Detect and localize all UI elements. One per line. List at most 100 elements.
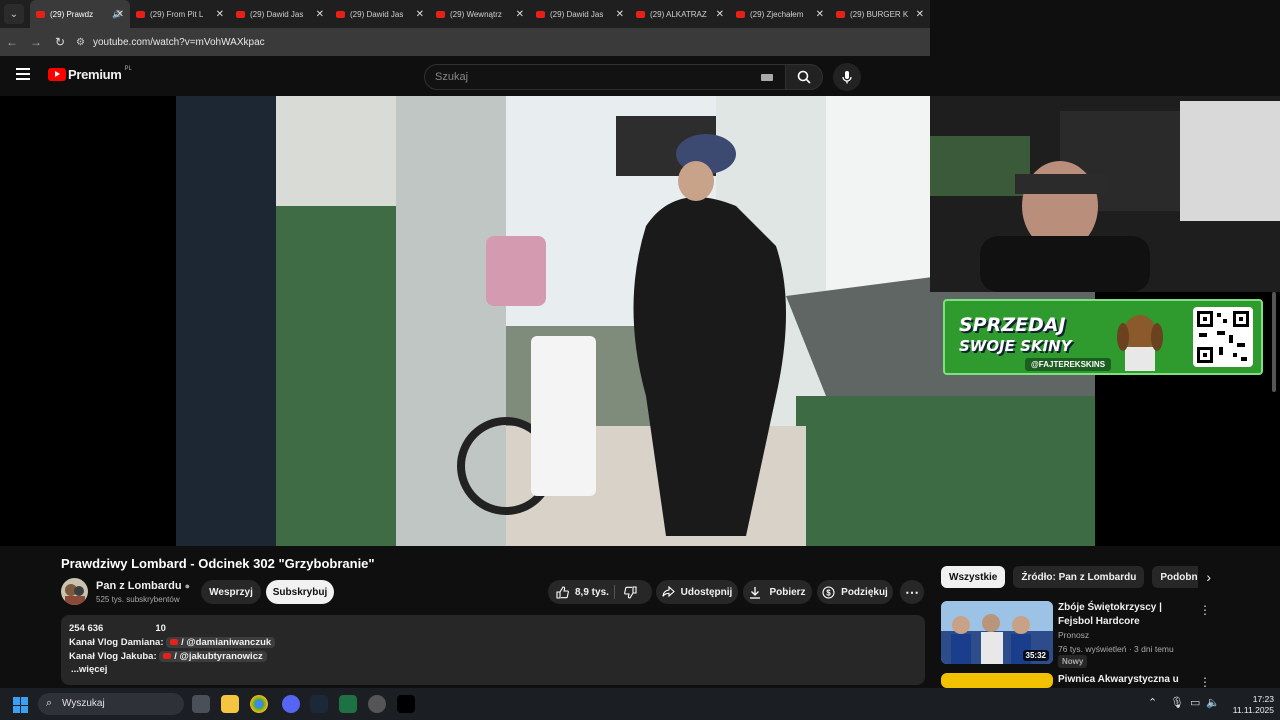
url-field[interactable]: ⚙ youtube.com/watch?v=mVohWAXkpac <box>76 37 265 48</box>
close-tab-icon[interactable]: ✕ <box>216 9 224 20</box>
clock-time: 17:23 <box>1252 694 1274 704</box>
channel-row: Pan z Lombardu ● 525 tys. subskrybentów <box>61 578 190 605</box>
tab-search-icon[interactable]: ⌄ <box>4 4 24 24</box>
browser-tab[interactable]: (29) Prawdz 🔊 ✕ <box>30 0 130 28</box>
browser-tab[interactable]: (29) Wewnątrz ✕ <box>430 0 530 28</box>
menu-icon[interactable] <box>16 68 30 80</box>
search-icon: ⌕ <box>46 697 53 709</box>
search-button[interactable] <box>785 64 823 90</box>
filter-chips: Wszystkie Źródło: Pan z Lombardu Podobne… <box>941 566 1211 588</box>
windows-start-icon[interactable] <box>13 697 29 713</box>
youtube-favicon-icon <box>836 10 845 18</box>
browser-tab[interactable]: (29) Dawid Jas ✕ <box>230 0 330 28</box>
share-icon <box>662 586 675 598</box>
download-button[interactable]: Pobierz <box>743 580 812 604</box>
back-icon[interactable]: ← <box>0 35 24 49</box>
tab-label: (29) Zjechałem <box>750 9 804 19</box>
steam-icon[interactable] <box>310 695 328 713</box>
channel-link-jakub[interactable]: / @jakubtyranowicz <box>159 651 267 662</box>
like-button[interactable]: 8,9 tys. <box>556 585 609 599</box>
promo-headline: SPRZEDAJ SWOJE SKINY <box>959 315 1072 356</box>
taskbar-clock[interactable]: 17:23 11.11.2025 <box>1226 694 1274 716</box>
voice-search-button[interactable] <box>833 63 861 91</box>
thanks-button[interactable]: $ Podziękuj <box>817 580 893 604</box>
recommendation-thumbnail[interactable] <box>941 673 1053 688</box>
keyboard-icon[interactable] <box>761 74 773 81</box>
recommendation-menu-icon[interactable]: ⋮ <box>1199 675 1211 688</box>
close-tab-icon[interactable]: ✕ <box>516 9 524 20</box>
close-tab-icon[interactable]: ✕ <box>916 9 924 20</box>
recommendation-thumbnail[interactable]: 35:32 <box>941 601 1053 664</box>
promo-banner[interactable]: SPRZEDAJ SWOJE SKINY @FAJTEREKSKINS <box>943 299 1263 375</box>
channel-avatar[interactable] <box>61 578 88 605</box>
recommendation-menu-icon[interactable]: ⋮ <box>1199 603 1211 617</box>
close-tab-icon[interactable]: ✕ <box>816 9 824 20</box>
microphone-tray-icon[interactable]: 🎙 <box>1170 696 1184 709</box>
taskbar-search-input[interactable]: ⌕ Wyszukaj <box>38 693 184 715</box>
share-button[interactable]: Udostępnij <box>656 580 738 604</box>
browser-tab[interactable]: (29) From Pit L ✕ <box>130 0 230 28</box>
more-actions-button[interactable]: ⋯ <box>900 580 924 604</box>
task-view-icon[interactable] <box>192 695 210 713</box>
youtube-favicon-icon <box>536 10 545 18</box>
subscriber-count: 525 tys. subskrybentów <box>96 595 180 604</box>
close-tab-icon[interactable]: ✕ <box>116 9 124 20</box>
youtube-icon <box>163 653 172 659</box>
recommendation-item[interactable]: 35:32 Zbóje Świętokrzyscy | Fejsbol Hard… <box>941 601 1261 669</box>
youtube-premium-logo[interactable]: Premium PL <box>48 66 132 82</box>
channel-name[interactable]: Pan z Lombardu ● <box>96 580 190 592</box>
video-player[interactable]: SPRZEDAJ SWOJE SKINY @FAJTEREKSKINS <box>0 96 1280 546</box>
close-tab-icon[interactable]: ✕ <box>316 9 324 20</box>
chip-all[interactable]: Wszystkie <box>941 566 1006 588</box>
close-tab-icon[interactable]: ✕ <box>716 9 724 20</box>
promo-handle: @FAJTEREKSKINS <box>1025 358 1112 371</box>
recommendation-title[interactable]: Piwnica Akwarystyczna u <box>1058 673 1198 687</box>
network-icon[interactable]: ▭ <box>1190 696 1200 709</box>
discord-icon[interactable] <box>282 695 300 713</box>
youtube-play-icon <box>48 68 66 81</box>
svg-text:$: $ <box>826 588 831 597</box>
file-explorer-icon[interactable] <box>221 695 239 713</box>
description-box[interactable]: 254 636 10 Kanał Vlog Damiana: / @damiani… <box>61 615 925 685</box>
close-tab-icon[interactable]: ✕ <box>616 9 624 20</box>
obs-icon[interactable] <box>368 695 386 713</box>
channel-handle: / @damianiwanczuk <box>181 637 272 648</box>
excel-icon[interactable] <box>339 695 357 713</box>
browser-tab[interactable]: (29) Zjechałem ✕ <box>730 0 830 28</box>
forward-icon[interactable]: → <box>24 35 48 49</box>
subscribe-button[interactable]: Subskrybuj <box>266 580 334 604</box>
streamer-webcam <box>930 96 1280 292</box>
tray-chevron-up-icon[interactable]: ⌃ <box>1148 696 1157 709</box>
support-button[interactable]: Wesprzyj <box>201 580 261 604</box>
recommendation-meta: 76 tys. wyświetleń · 3 dni temu <box>1058 644 1174 654</box>
logo-text: Premium <box>68 67 122 82</box>
close-tab-icon[interactable]: ✕ <box>416 9 424 20</box>
recommendation-title[interactable]: Zbóje Świętokrzyscy | Fejsbol Hardcore <box>1058 601 1198 629</box>
chip-similar[interactable]: Podobne <box>1152 566 1199 588</box>
dog-mascot-image <box>1117 315 1163 371</box>
chrome-icon[interactable] <box>250 695 268 713</box>
browser-tab[interactable]: (29) BURGER K ✕ <box>830 0 930 28</box>
dislike-button[interactable] <box>624 586 637 602</box>
chip-source[interactable]: Źródło: Pan z Lombardu <box>1013 566 1145 588</box>
site-settings-icon[interactable]: ⚙ <box>76 37 85 48</box>
search-input[interactable]: Szukaj <box>424 64 786 90</box>
chevron-right-icon[interactable]: › <box>1206 569 1211 585</box>
thumbs-up-icon <box>556 585 569 599</box>
reload-icon[interactable]: ↻ <box>48 35 72 49</box>
browser-tab[interactable]: (29) Dawid Jas ✕ <box>530 0 630 28</box>
search-placeholder: Szukaj <box>435 71 469 83</box>
tab-label: (29) Dawid Jas <box>250 9 304 19</box>
promo-line-1: SPRZEDAJ <box>959 314 1066 336</box>
show-more-link[interactable]: ...więcej <box>71 664 107 675</box>
recommendation-channel[interactable]: Pronosz <box>1058 630 1089 640</box>
description-text: Kanał Vlog Damiana: <box>69 637 164 648</box>
browser-tab[interactable]: (29) Dawid Jas ✕ <box>330 0 430 28</box>
capcut-icon[interactable] <box>397 695 415 713</box>
thanks-icon: $ <box>822 585 835 599</box>
scrollbar-thumb[interactable] <box>1272 292 1276 392</box>
browser-tab[interactable]: (29) ALKATRAZ ✕ <box>630 0 730 28</box>
channel-link-damian[interactable]: / @damianiwanczuk <box>166 637 276 648</box>
recommendation-item[interactable]: Piwnica Akwarystyczna u ⋮ <box>941 673 1261 688</box>
volume-icon[interactable]: 🔈 <box>1206 696 1220 709</box>
